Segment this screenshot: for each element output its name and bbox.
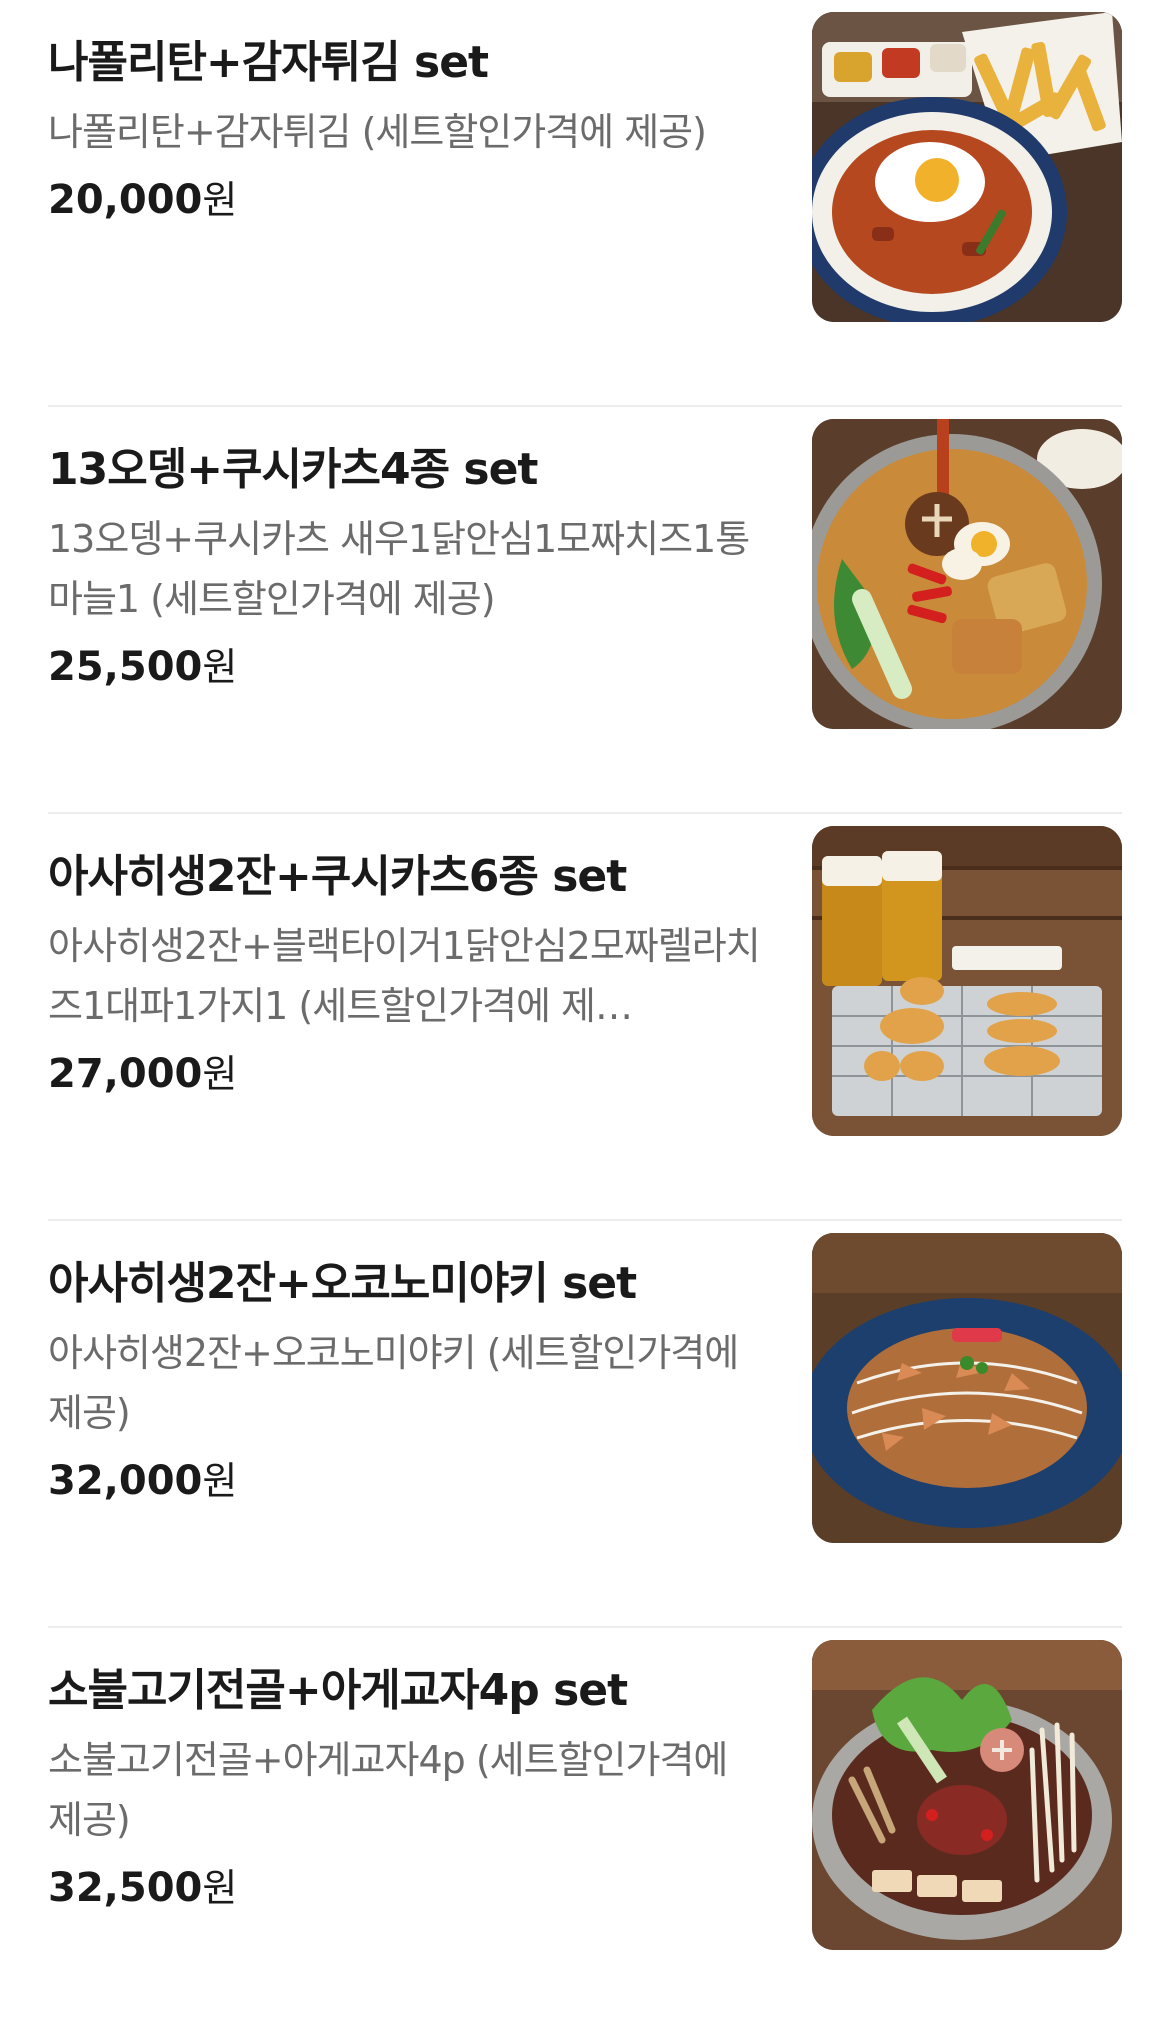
price-value: 20,000 — [48, 177, 203, 223]
price-unit: 원 — [202, 178, 238, 222]
menu-item[interactable]: 13오뎅+쿠시카츠4종 set 13오뎅+쿠시카츠 새우1닭안심1모짜치즈1통마… — [48, 407, 1122, 814]
price-value: 32,500 — [48, 1865, 203, 1911]
price-unit: 원 — [202, 645, 238, 689]
beer-kushikatsu-photo[interactable] — [812, 826, 1122, 1136]
menu-item-text: 13오뎅+쿠시카츠4종 set 13오뎅+쿠시카츠 새우1닭안심1모짜치즈1통마… — [48, 441, 768, 695]
menu-item-name: 아사히생2잔+쿠시카츠6종 set — [48, 851, 627, 902]
menu-item-description: 13오뎅+쿠시카츠 새우1닭안심1모짜치즈1통마늘1 (세트할인가격에 제공) — [48, 517, 750, 621]
menu-item[interactable]: 나폴리탄+감자튀김 set 나폴리탄+감자튀김 (세트할인가격에 제공) 20,… — [48, 0, 1122, 407]
menu-item[interactable]: 소불고기전골+아게교자4p set 소불고기전골+아게교자4p (세트할인가격에… — [48, 1628, 1122, 2035]
price-unit: 원 — [202, 1459, 238, 1503]
menu-item-text: 아사히생2잔+쿠시카츠6종 set 아사히생2잔+블랙타이거1닭안심2모짜렐라치… — [48, 848, 768, 1102]
menu-item-name: 아사히생2잔+오코노미야키 set — [48, 1258, 637, 1309]
menu-item-description: 나폴리탄+감자튀김 (세트할인가격에 제공) — [48, 110, 707, 154]
menu-item-price: 32,500원 — [48, 1860, 768, 1916]
menu-item-text: 소불고기전골+아게교자4p set 소불고기전골+아게교자4p (세트할인가격에… — [48, 1662, 768, 1916]
menu-list: 나폴리탄+감자튀김 set 나폴리탄+감자튀김 (세트할인가격에 제공) 20,… — [0, 0, 1170, 2035]
menu-item-price: 32,000원 — [48, 1453, 768, 1509]
menu-item-text: 나폴리탄+감자튀김 set 나폴리탄+감자튀김 (세트할인가격에 제공) 20,… — [48, 34, 768, 228]
menu-item-price: 20,000원 — [48, 172, 768, 228]
napolitan-fries-photo[interactable] — [812, 12, 1122, 322]
menu-item-description: 아사히생2잔+블랙타이거1닭안심2모짜렐라치즈1대파1가지1 (세트할인가격에 … — [48, 924, 761, 1028]
menu-item[interactable]: 아사히생2잔+오코노미야키 set 아사히생2잔+오코노미야키 (세트할인가격에… — [48, 1221, 1122, 1628]
price-value: 32,000 — [48, 1458, 203, 1504]
oden-hotpot-photo[interactable] — [812, 419, 1122, 729]
price-unit: 원 — [202, 1866, 238, 1910]
bulgogi-hotpot-photo[interactable] — [812, 1640, 1122, 1950]
okonomiyaki-photo[interactable] — [812, 1233, 1122, 1543]
menu-item-text: 아사히생2잔+오코노미야키 set 아사히생2잔+오코노미야키 (세트할인가격에… — [48, 1255, 768, 1509]
menu-item-price: 27,000원 — [48, 1046, 768, 1102]
menu-item-description: 아사히생2잔+오코노미야키 (세트할인가격에 제공) — [48, 1331, 739, 1435]
menu-item-name: 나폴리탄+감자튀김 set — [48, 37, 489, 88]
menu-item[interactable]: 아사히생2잔+쿠시카츠6종 set 아사히생2잔+블랙타이거1닭안심2모짜렐라치… — [48, 814, 1122, 1221]
price-value: 27,000 — [48, 1051, 203, 1097]
menu-item-description: 소불고기전골+아게교자4p (세트할인가격에 제공) — [48, 1738, 728, 1842]
menu-item-name: 13오뎅+쿠시카츠4종 set — [48, 444, 538, 495]
menu-item-name: 소불고기전골+아게교자4p set — [48, 1665, 628, 1716]
price-value: 25,500 — [48, 644, 203, 690]
price-unit: 원 — [202, 1052, 238, 1096]
menu-item-price: 25,500원 — [48, 639, 768, 695]
